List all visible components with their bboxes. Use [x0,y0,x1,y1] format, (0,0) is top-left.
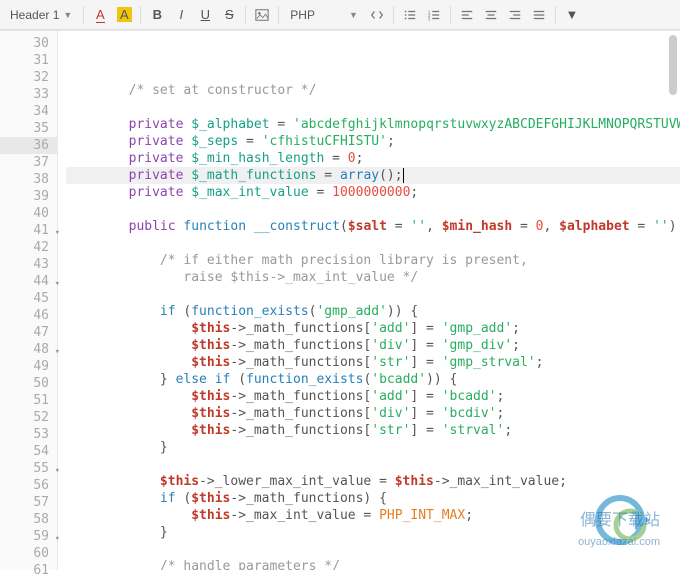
align-justify-button[interactable] [528,4,550,26]
gutter-line: 46 [0,307,57,324]
code-area[interactable]: /* set at constructor */ private $_alpha… [58,31,680,570]
chevron-down-icon: ▼ [349,10,358,20]
separator [83,6,84,24]
code-line: private $_max_int_value = 1000000000; [66,184,680,201]
gutter-line: 32 [0,69,57,86]
gutter-line: 55▾ [0,460,57,477]
gutter-line: 48▾ [0,341,57,358]
separator [393,6,394,24]
gutter-line: 36 [0,137,57,154]
code-line: private $_min_hash_length = 0; [66,150,680,167]
code-line: $this->_math_functions['str'] = 'gmp_str… [66,354,680,371]
code-line: } else if (function_exists('bcadd')) { [66,371,680,388]
strike-button[interactable]: S [218,4,240,26]
gutter-line: 52 [0,409,57,426]
gutter-line: 31 [0,52,57,69]
separator [278,6,279,24]
bg-color-button[interactable]: A [113,4,135,26]
underline-button[interactable]: U [194,4,216,26]
gutter-line: 56 [0,477,57,494]
gutter-line: 35 [0,120,57,137]
code-line: /* if either math precision library is p… [66,252,680,269]
gutter-line: 49 [0,358,57,375]
code-line: /* handle parameters */ [66,558,680,570]
separator [245,6,246,24]
gutter-line: 40 [0,205,57,222]
language-select-label: PHP [290,8,315,22]
gutter-line: 38 [0,171,57,188]
code-line: /* set at constructor */ [66,82,680,99]
scrollbar[interactable] [668,35,678,555]
code-line: raise $this->_max_int_value */ [66,269,680,286]
list-ul-button[interactable] [399,4,421,26]
gutter-line: 42 [0,239,57,256]
gutter-line: 54 [0,443,57,460]
code-line: } [66,524,680,541]
separator [450,6,451,24]
code-line: private $_math_functions = array(); [66,167,680,184]
align-center-button[interactable] [480,4,502,26]
gutter-line: 53 [0,426,57,443]
code-line [66,65,680,82]
gutter-line: 57 [0,494,57,511]
gutter-line: 34 [0,103,57,120]
code-line: $this->_math_functions['add'] = 'bcadd'; [66,388,680,405]
align-left-button[interactable] [456,4,478,26]
italic-button[interactable]: I [170,4,192,26]
gutter-line: 39 [0,188,57,205]
gutter-line: 61 [0,562,57,579]
gutter: 303132333435363738394041▾424344▾45464748… [0,31,58,570]
code-line [66,456,680,473]
code-line: private $_alphabet = 'abcdefghijklmnopqr… [66,116,680,133]
code-line: $this->_math_functions['add'] = 'gmp_add… [66,320,680,337]
more-button[interactable]: ▼ [561,4,583,26]
gutter-line: 43 [0,256,57,273]
scroll-thumb[interactable] [669,35,677,95]
code-line: $this->_math_functions['str'] = 'strval'… [66,422,680,439]
svg-text:3: 3 [428,16,431,21]
language-select[interactable]: PHP ▼ [284,6,364,24]
code-button[interactable] [366,4,388,26]
code-line: $this->_math_functions['div'] = 'gmp_div… [66,337,680,354]
toolbar: Header 1 ▼ A A B I U S PHP ▼ 123 ▼ [0,0,680,30]
code-line: private $_seps = 'cfhistuCFHISTU'; [66,133,680,150]
code-line: $this->_max_int_value = PHP_INT_MAX; [66,507,680,524]
gutter-line: 47 [0,324,57,341]
code-line: if ($this->_math_functions) { [66,490,680,507]
gutter-line: 41▾ [0,222,57,239]
gutter-line: 50 [0,375,57,392]
code-line: $this->_lower_max_int_value = $this->_ma… [66,473,680,490]
gutter-line: 37 [0,154,57,171]
code-line: if (function_exists('gmp_add')) { [66,303,680,320]
gutter-line: 60 [0,545,57,562]
code-line [66,201,680,218]
list-ol-button[interactable]: 123 [423,4,445,26]
code-line [66,99,680,116]
gutter-line: 33 [0,86,57,103]
gutter-line: 45 [0,290,57,307]
image-button[interactable] [251,4,273,26]
code-line: $this->_math_functions['div'] = 'bcdiv'; [66,405,680,422]
chevron-down-icon: ▼ [63,10,72,20]
code-line: public function __construct($salt = '', … [66,218,680,235]
code-line: } [66,439,680,456]
gutter-line: 58 [0,511,57,528]
editor: 303132333435363738394041▾424344▾45464748… [0,30,680,570]
code-line [66,286,680,303]
header-select-label: Header 1 [10,8,59,22]
header-select[interactable]: Header 1 ▼ [4,6,78,24]
gutter-line: 44▾ [0,273,57,290]
gutter-line: 59▾ [0,528,57,545]
font-color-button[interactable]: A [89,4,111,26]
code-line [66,235,680,252]
gutter-line: 51 [0,392,57,409]
separator [555,6,556,24]
bold-button[interactable]: B [146,4,168,26]
code-line [66,541,680,558]
gutter-line: 30 [0,35,57,52]
separator [140,6,141,24]
align-right-button[interactable] [504,4,526,26]
